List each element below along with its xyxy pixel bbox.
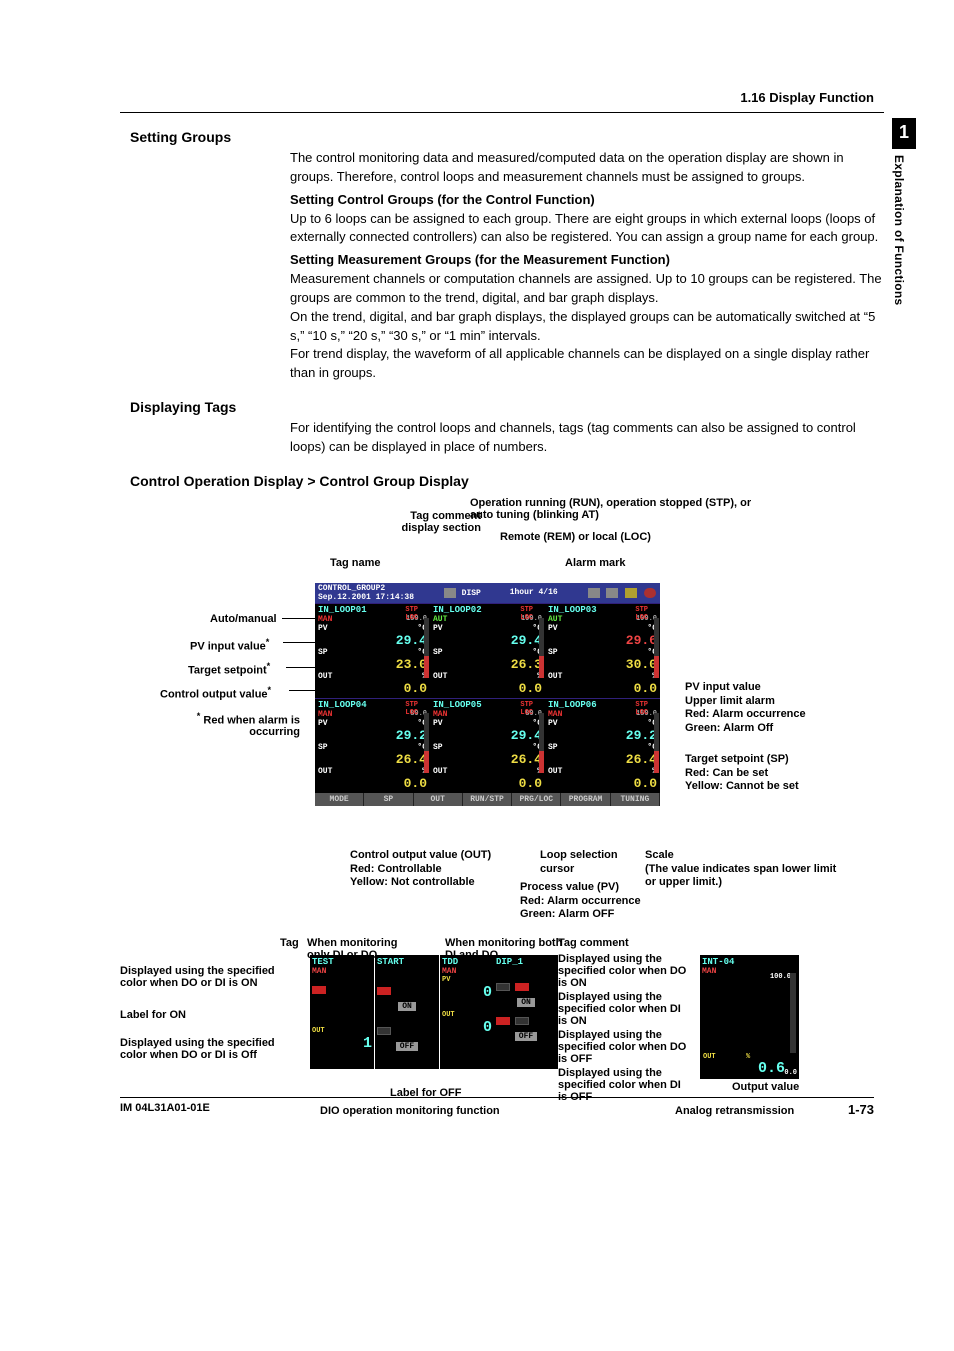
para: On the trend, digital, and bar graph dis… xyxy=(290,308,884,346)
subhead: Setting Control Groups (for the Control … xyxy=(290,191,884,210)
label-dio-l1a: Displayed using the specified color when… xyxy=(120,965,300,990)
loop-cell[interactable]: IN_LOOP02STPLOCAUT100.0PV°C29.4SP°C26.3O… xyxy=(430,603,545,698)
loop-cell[interactable]: IN_LOOP03STPLOCAUT100.0PV°C29.6SP°C30.0O… xyxy=(545,603,660,698)
label-tag-name: Tag name xyxy=(330,557,381,569)
label-pv-bottom: Process value (PV) Red: Alarm occurrence… xyxy=(520,881,670,922)
label-out-value: Control output value* xyxy=(160,685,271,701)
label-on: Label for ON xyxy=(120,1009,186,1021)
label-target-sp: Target setpoint* xyxy=(188,661,270,677)
dio-panel-start: START ON OFF xyxy=(375,955,439,1069)
header-section: 1.16 Display Function xyxy=(740,90,874,105)
loop-cell[interactable]: IN_LOOP05STPLOCMAN80.0PV°C29.4SP°C26.4OU… xyxy=(430,698,545,793)
chapter-number: 1 xyxy=(892,118,916,149)
loop-cell[interactable]: IN_LOOP06STPLOCMAN150.0PV°C29.2SP°C26.4O… xyxy=(545,698,660,793)
label-pv-input: PV input value* xyxy=(190,637,269,653)
page-number: 1-73 xyxy=(848,1102,874,1117)
label-dio-l2a: Displayed using the specified color when… xyxy=(120,1037,300,1062)
label-tag-comment: Tag comment display section xyxy=(395,510,481,534)
label-dio-r2: Displayed using the specified color when… xyxy=(558,991,688,1027)
label-right-pv: PV input value Upper limit alarm Red: Al… xyxy=(685,681,855,736)
label-loop-cursor: Loop selection cursor xyxy=(540,849,630,877)
soft-key[interactable]: PRG/LOC xyxy=(512,793,561,806)
label-scale: Scale (The value indicates span lower li… xyxy=(645,849,845,890)
para: The control monitoring data and measured… xyxy=(290,149,884,187)
label-output-value: Output value xyxy=(732,1081,799,1093)
dio-panel-test: TEST MAN OUT 1 xyxy=(310,955,374,1069)
label-tag-comment2: Tag comment xyxy=(558,937,629,949)
key-icon xyxy=(606,588,618,598)
heading-displaying-tags: Displaying Tags xyxy=(130,399,884,415)
figure: Operation running (RUN), operation stopp… xyxy=(120,497,884,1117)
label-tag: Tag xyxy=(280,937,299,949)
soft-key[interactable]: MODE xyxy=(315,793,364,806)
soft-key[interactable]: TUNING xyxy=(611,793,660,806)
label-dio-r3: Displayed using the specified color when… xyxy=(558,1029,688,1065)
mail-icon xyxy=(625,588,637,598)
alarm-icon xyxy=(644,588,656,598)
page-footer: IM 04L31A01-01E 1-73 xyxy=(120,1097,874,1117)
label-alarm-mark: Alarm mark xyxy=(565,557,626,569)
para: Up to 6 loops can be assigned to each gr… xyxy=(290,210,884,248)
dio-panel-dip1: DIP_1 ON OFF xyxy=(494,955,558,1069)
doc-id: IM 04L31A01-01E xyxy=(120,1102,210,1114)
para: Measurement channels or computation chan… xyxy=(290,270,884,308)
para: For trend display, the waveform of all a… xyxy=(290,345,884,383)
heading-setting-groups: Setting Groups xyxy=(130,129,884,145)
heading-control-operation-display: Control Operation Display > Control Grou… xyxy=(130,473,884,489)
soft-key[interactable]: RUN/STP xyxy=(463,793,512,806)
label-dio-r1: Displayed using the specified color when… xyxy=(558,953,688,989)
chapter-label: Explanation of Functions xyxy=(892,149,906,306)
status-bar: CONTROL_GROUP2Sep.12.2001 17:14:38 DISP … xyxy=(315,583,660,603)
label-red-alarm: * Red when alarm is occurring xyxy=(180,711,300,739)
soft-key[interactable]: OUT xyxy=(414,793,463,806)
label-out-bottom: Control output value (OUT) Red: Controll… xyxy=(350,849,510,890)
dio-panel-tdd: TDD MAN PV 0 OUT 0 xyxy=(440,955,494,1069)
subhead: Setting Measurement Groups (for the Meas… xyxy=(290,251,884,270)
soft-key[interactable]: SP xyxy=(364,793,413,806)
controller-screenshot: CONTROL_GROUP2Sep.12.2001 17:14:38 DISP … xyxy=(315,583,660,806)
disk-icon xyxy=(588,588,600,598)
dio-panel-int04: INT-04 MAN 100.0 OUT % 0.6 0.0 xyxy=(700,955,799,1079)
label-op-run: Operation running (RUN), operation stopp… xyxy=(470,497,760,521)
loop-cell[interactable]: IN_LOOP04STPLOCMAN80.0PV°C29.2SP°C26.4OU… xyxy=(315,698,430,793)
soft-key[interactable]: PROGRAM xyxy=(561,793,610,806)
side-tab: 1 Explanation of Functions xyxy=(892,118,916,306)
label-right-sp: Target setpoint (SP) Red: Can be set Yel… xyxy=(685,753,855,794)
label-rem-loc: Remote (REM) or local (LOC) xyxy=(500,531,651,543)
para: For identifying the control loops and ch… xyxy=(290,419,884,457)
soft-keys[interactable]: MODESPOUTRUN/STPPRG/LOCPROGRAMTUNING xyxy=(315,793,660,806)
loop-cell[interactable]: IN_LOOP01STPLOCMAN150.0PV°C29.4SP°C23.0O… xyxy=(315,603,430,698)
label-auto-manual: Auto/manual xyxy=(210,613,277,625)
clock-icon xyxy=(444,588,456,598)
